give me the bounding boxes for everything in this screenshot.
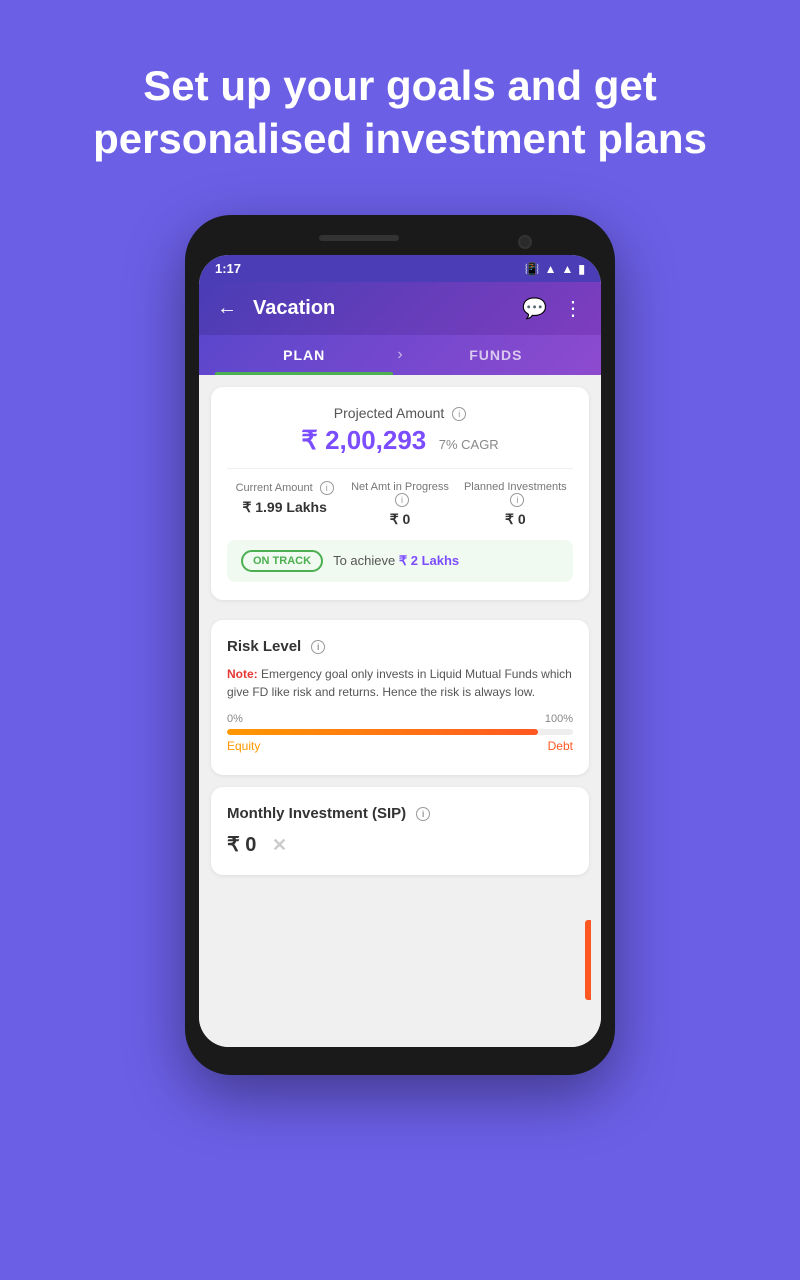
risk-section-title: Risk Level i	[227, 638, 573, 655]
tabs-bar: PLAN › FUNDS	[199, 335, 601, 375]
chat-icon[interactable]: 💬	[522, 296, 547, 321]
sidebar-accent	[585, 920, 591, 1000]
tab-arrow: ›	[393, 346, 406, 364]
phone-speaker	[319, 235, 399, 241]
more-options-icon[interactable]: ⋮	[563, 296, 583, 321]
vibrate-icon: 📳	[525, 262, 540, 276]
monthly-title: Monthly Investment (SIP) i	[227, 805, 573, 822]
net-info-icon[interactable]: i	[395, 493, 409, 507]
content-area: Projected Amount i ₹ 2,00,293 7% CAGR Cu…	[199, 375, 601, 1047]
risk-bar-start: 0%	[227, 713, 243, 725]
phone-notch	[199, 229, 601, 255]
battery-icon: ▮	[578, 262, 585, 276]
planned-info-icon[interactable]: i	[510, 493, 524, 507]
risk-card: Risk Level i Note: Emergency goal only i…	[211, 620, 589, 775]
monthly-card: Monthly Investment (SIP) i ₹ 0 ✕	[211, 787, 589, 875]
signal-icon: ▲	[562, 262, 574, 276]
stats-row: Current Amount i ₹ 1.99 Lakhs Net Amt in…	[227, 468, 573, 528]
risk-info-icon[interactable]: i	[311, 640, 325, 654]
phone-outer: 1:17 📳 ▲ ▲ ▮ ← Vacation 💬 ⋮	[185, 215, 615, 1075]
on-track-text: To achieve ₹ 2 Lakhs	[333, 553, 459, 569]
status-icons: 📳 ▲ ▲ ▮	[525, 262, 585, 276]
current-info-icon[interactable]: i	[320, 481, 334, 495]
on-track-row: ON TRACK To achieve ₹ 2 Lakhs	[227, 540, 573, 582]
status-bar: 1:17 📳 ▲ ▲ ▮	[199, 255, 601, 282]
phone-screen: 1:17 📳 ▲ ▲ ▮ ← Vacation 💬 ⋮	[199, 255, 601, 1047]
projected-amount-row: ₹ 2,00,293 7% CAGR	[227, 425, 573, 456]
risk-note: Note: Emergency goal only invests in Liq…	[227, 665, 573, 701]
planned-label: Planned Investments i	[458, 481, 573, 507]
front-camera	[518, 235, 532, 249]
net-amt-stat: Net Amt in Progress i ₹ 0	[342, 481, 457, 528]
app-header: ← Vacation 💬 ⋮	[199, 282, 601, 335]
net-amt-value: ₹ 0	[342, 511, 457, 528]
phone-wrapper: 1:17 📳 ▲ ▲ ▮ ← Vacation 💬 ⋮	[0, 215, 800, 1075]
cagr-label: 7% CAGR	[439, 437, 499, 452]
note-label: Note:	[227, 667, 258, 681]
hero-title: Set up your goals and get personalised i…	[80, 60, 720, 165]
planned-stat: Planned Investments i ₹ 0	[458, 481, 573, 528]
on-track-amount: ₹ 2 Lakhs	[399, 553, 459, 568]
planned-value: ₹ 0	[458, 511, 573, 528]
net-amt-label: Net Amt in Progress i	[342, 481, 457, 507]
risk-bar-track	[227, 729, 573, 735]
risk-bar-fill	[227, 729, 538, 735]
monthly-amount: ₹ 0 ✕	[227, 832, 573, 857]
back-button[interactable]: ←	[217, 297, 237, 320]
projected-info-icon[interactable]: i	[452, 407, 466, 421]
tab-plan[interactable]: PLAN	[215, 335, 393, 375]
projected-amount-value: ₹ 2,00,293	[301, 425, 426, 455]
current-amount-label: Current Amount i	[227, 481, 342, 495]
equity-label: Equity	[227, 739, 260, 753]
hero-section: Set up your goals and get personalised i…	[0, 0, 800, 205]
current-amount-stat: Current Amount i ₹ 1.99 Lakhs	[227, 481, 342, 528]
monthly-info-icon[interactable]: i	[416, 807, 430, 821]
projected-label: Projected Amount i	[227, 405, 573, 421]
current-amount-value: ₹ 1.99 Lakhs	[227, 499, 342, 516]
projected-card: Projected Amount i ₹ 2,00,293 7% CAGR Cu…	[211, 387, 589, 600]
risk-bar-end: 100%	[545, 713, 573, 725]
risk-bar-container: 0% 100% Equity Debt	[227, 713, 573, 753]
monthly-edit-icon[interactable]: ✕	[272, 835, 287, 855]
screen-title: Vacation	[253, 297, 335, 320]
wifi-icon: ▲	[545, 262, 557, 276]
tab-funds[interactable]: FUNDS	[407, 335, 585, 375]
on-track-badge: ON TRACK	[241, 550, 323, 572]
debt-label: Debt	[548, 739, 573, 753]
status-time: 1:17	[215, 261, 241, 276]
